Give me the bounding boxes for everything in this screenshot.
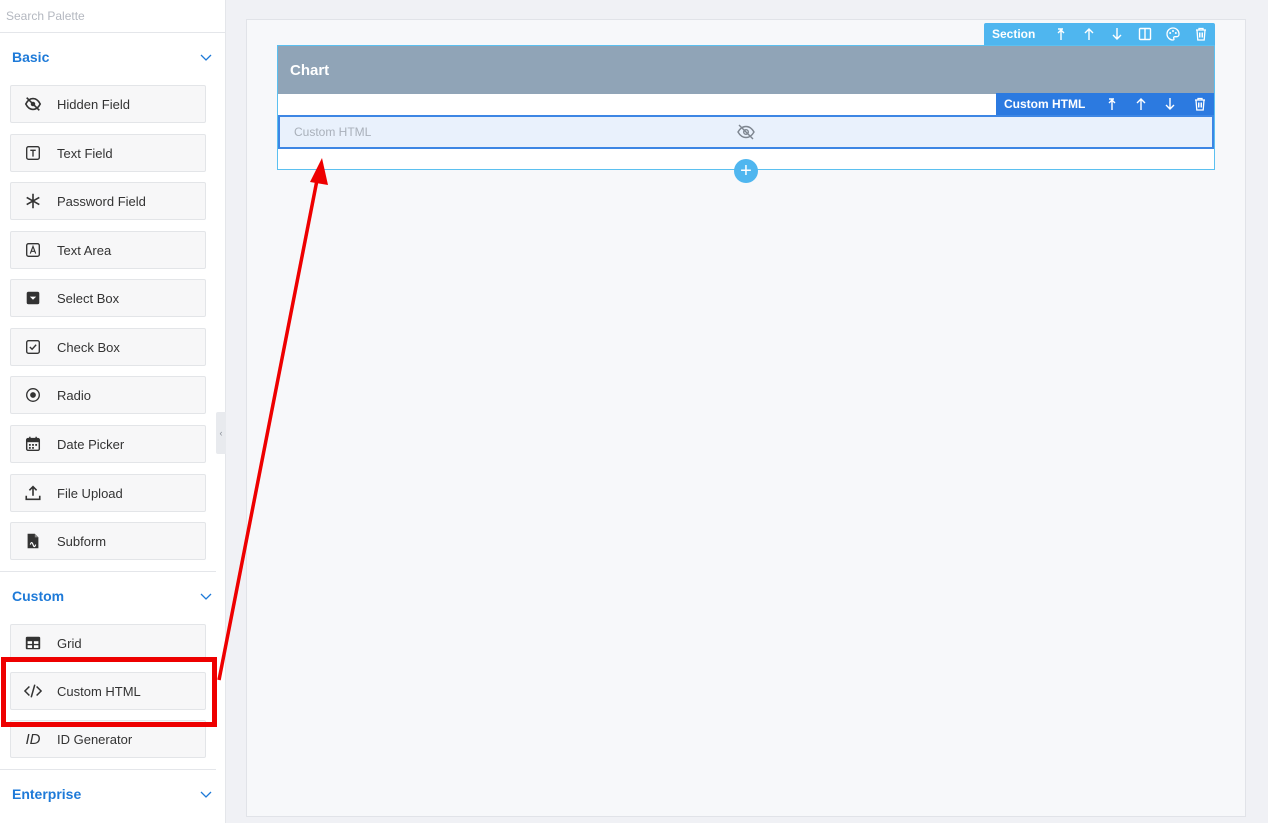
move-up-icon[interactable] bbox=[1075, 23, 1103, 45]
palette-style-icon[interactable] bbox=[1159, 23, 1187, 45]
palette-item-check-box[interactable]: Check Box bbox=[10, 328, 206, 366]
palette-item-text-area[interactable]: Text Area bbox=[10, 231, 206, 269]
grid-icon bbox=[23, 633, 43, 653]
chevron-down-icon bbox=[200, 593, 212, 600]
delete-icon[interactable] bbox=[1187, 23, 1215, 45]
group-header-basic[interactable]: Basic bbox=[0, 40, 225, 74]
component-toolbar: Custom HTML bbox=[996, 93, 1214, 115]
palette-item-file-upload[interactable]: File Upload bbox=[10, 474, 206, 512]
palette-item-label: Text Field bbox=[57, 145, 113, 161]
document-icon bbox=[23, 531, 43, 551]
custom-html-component[interactable]: Custom HTML bbox=[278, 115, 1214, 149]
palette-item-label: Subform bbox=[57, 533, 107, 549]
section-toolbar-label: Section bbox=[992, 27, 1036, 41]
palette-item-label: ID Generator bbox=[57, 731, 133, 747]
palette-item-label: File Upload bbox=[57, 485, 123, 501]
eye-off-icon bbox=[737, 124, 755, 140]
palette-item-select-box[interactable]: Select Box bbox=[10, 279, 206, 317]
text-field-icon bbox=[23, 143, 43, 163]
move-to-parent-icon[interactable] bbox=[1047, 23, 1075, 45]
palette-item-label: Hidden Field bbox=[57, 96, 130, 112]
asterisk-icon bbox=[23, 191, 43, 211]
add-component-button[interactable]: + bbox=[734, 159, 758, 183]
delete-icon[interactable] bbox=[1185, 93, 1214, 115]
chevron-down-icon bbox=[200, 791, 212, 798]
select-box-icon bbox=[23, 288, 43, 308]
section-title: Chart bbox=[278, 46, 1214, 94]
move-down-icon[interactable] bbox=[1155, 93, 1184, 115]
calendar-icon bbox=[23, 434, 43, 454]
group-header-custom[interactable]: Custom bbox=[0, 579, 225, 613]
palette-item-label: Date Picker bbox=[57, 436, 125, 452]
search-palette-input[interactable]: Search Palette bbox=[0, 0, 225, 33]
move-to-parent-icon[interactable] bbox=[1097, 93, 1126, 115]
group-title-custom: Custom bbox=[12, 588, 65, 604]
palette-item-password-field[interactable]: Password Field bbox=[10, 182, 206, 220]
palette-item-date-picker[interactable]: Date Picker bbox=[10, 425, 206, 463]
palette-item-label: Select Box bbox=[57, 290, 120, 306]
collapse-sidebar-handle[interactable]: ‹ bbox=[216, 412, 226, 454]
group-header-enterprise[interactable]: Enterprise bbox=[0, 777, 225, 811]
group-title-enterprise: Enterprise bbox=[12, 786, 82, 802]
palette-item-label: Radio bbox=[57, 387, 91, 403]
palette-item-text-field[interactable]: Text Field bbox=[10, 134, 206, 172]
move-up-icon[interactable] bbox=[1126, 93, 1155, 115]
group-divider bbox=[0, 571, 216, 572]
eye-off-icon bbox=[23, 94, 43, 114]
component-toolbar-label: Custom HTML bbox=[1004, 97, 1086, 111]
component-label: Custom HTML bbox=[294, 125, 372, 139]
annotation-highlight-box bbox=[1, 657, 217, 727]
move-down-icon[interactable] bbox=[1103, 23, 1131, 45]
radio-icon bbox=[23, 385, 43, 405]
section-toolbar: Section bbox=[984, 23, 1215, 45]
palette-item-subform[interactable]: Subform bbox=[10, 522, 206, 560]
group-divider bbox=[0, 769, 216, 770]
upload-icon bbox=[23, 483, 43, 503]
group-title-basic: Basic bbox=[12, 49, 50, 65]
text-area-icon bbox=[23, 240, 43, 260]
palette-item-label: Text Area bbox=[57, 242, 112, 258]
palette-item-label: Grid bbox=[57, 635, 82, 651]
palette-item-hidden-field[interactable]: Hidden Field bbox=[10, 85, 206, 123]
columns-icon[interactable] bbox=[1131, 23, 1159, 45]
checkbox-icon bbox=[23, 337, 43, 357]
palette-item-label: Password Field bbox=[57, 193, 146, 209]
id-icon: ID bbox=[25, 730, 41, 748]
chevron-down-icon bbox=[200, 54, 212, 61]
palette-item-radio[interactable]: Radio bbox=[10, 376, 206, 414]
palette-item-label: Check Box bbox=[57, 339, 120, 355]
